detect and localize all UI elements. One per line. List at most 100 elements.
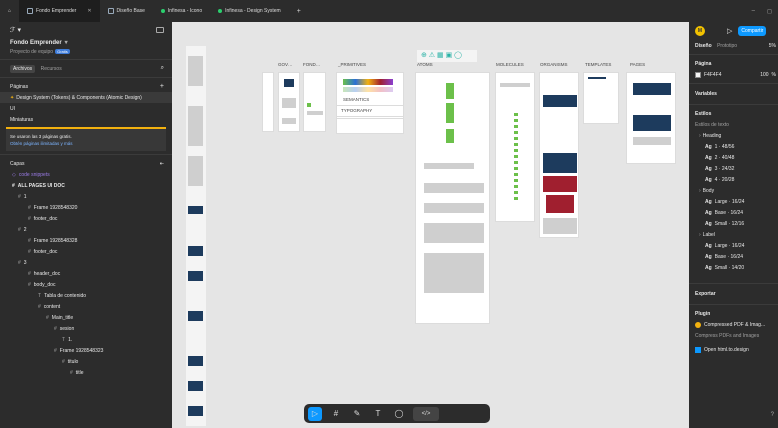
organisms-frame[interactable] [539,72,579,238]
layer-item[interactable]: # ALL PAGES UI DOC [0,180,172,191]
page-item[interactable]: UI [0,103,172,114]
layer-item[interactable]: # header_doc [0,268,172,279]
text-style-item[interactable]: Ag Large · 16/24 [689,196,778,207]
limit-notice: Se usaron las 3 páginas gratis. Obtén pá… [6,127,166,151]
plugin-item[interactable]: Compressed PDF & Imag... [689,319,778,330]
group-heading[interactable]: › Heading [689,130,778,141]
collapse-icon[interactable]: ⇤ [160,161,164,167]
tab-design[interactable]: Diseño [695,43,712,49]
layer-item[interactable]: T Tabla de contenido [0,290,172,301]
help-button[interactable]: ? [771,412,774,418]
text-style-item[interactable]: Ag 2 · 40/48 [689,152,778,163]
minimize-button[interactable]: – [752,8,755,15]
layer-item[interactable]: # sesion [0,323,172,334]
layer-item[interactable]: #2 [0,224,172,235]
fond-frame[interactable] [303,72,326,132]
layer-item[interactable]: # footer_doc [0,213,172,224]
page-item[interactable]: ✦ Design System (Tokens) & Components (At… [0,92,172,103]
text-style-item[interactable]: Ag 4 · 20/28 [689,174,778,185]
tab-infinesa-icono[interactable]: Infinesa - Icono [153,0,210,22]
export-section[interactable]: Exportar [689,287,778,301]
cursor-icon: ▷ [311,409,319,418]
frame-label-atoms[interactable]: ATOMS [417,62,433,67]
tab-prototype[interactable]: Prototipo [717,43,737,49]
plugin-icon [695,321,701,328]
comment-tool[interactable]: ◯ [392,407,406,421]
assets-tab[interactable]: Recursos [41,66,62,72]
frame-label-primitives[interactable]: _PRIMITIVES [338,62,366,67]
layer-item[interactable]: # title [0,367,172,378]
layer-item[interactable]: T 1. [0,334,172,345]
dev-mode-toggle[interactable]: </> [413,406,439,421]
layer-item[interactable]: # titulo [0,356,172,367]
group-label[interactable]: › Label [689,229,778,240]
text-tool[interactable]: T [371,407,385,421]
tab-fondo-emprender[interactable]: Fondo Emprender ✕ [19,0,100,22]
layer-item[interactable]: #3 [0,257,172,268]
frame-label-organisms[interactable]: ORGANISMS [540,62,568,67]
add-page-icon[interactable]: + [160,83,164,90]
tab-infinesa-design-system[interactable]: Infinesa - Design System [210,0,289,22]
upgrade-link[interactable]: Obtén páginas ilimitadas y más [10,141,73,146]
layer-item[interactable]: ◇ code snippets [0,169,172,180]
text-style-item[interactable]: Ag Small · 14/20 [689,262,778,273]
file-title[interactable]: Fondo Emprender [10,40,62,46]
text-style-item[interactable]: Ag Base · 16/24 [689,251,778,262]
text-style-item[interactable]: Ag 1 · 48/56 [689,141,778,152]
close-icon[interactable]: ✕ [87,8,91,14]
share-button[interactable]: Compartir [738,26,767,36]
layer-item[interactable]: # Frame 1928548320 [0,202,172,213]
page-color-value[interactable]: F4F4F4 [704,72,722,78]
move-tool[interactable]: ▷ [308,406,322,421]
restore-button[interactable]: ◻ [767,8,772,15]
canvas[interactable]: GOV… FOND… _PRIMITIVES SEMANTICS TYPOGRA… [172,22,689,428]
pen-tool[interactable]: ✎ [350,407,364,421]
frame-label-pages[interactable]: PAGES [630,62,645,67]
pages-frame[interactable] [626,72,676,164]
home-tab[interactable]: ⌂ [0,0,19,22]
page-opacity[interactable]: 100 [760,72,768,78]
gov-frame[interactable] [262,72,274,132]
sidebar-toggle-icon[interactable] [156,27,164,33]
group-body[interactable]: › Body [689,185,778,196]
frame-label-fond[interactable]: FOND… [303,62,320,67]
layer-item[interactable]: # Frame 1928548323 [0,345,172,356]
molecules-frame[interactable] [495,72,535,222]
layer-item[interactable]: #1 [0,191,172,202]
plugin-item[interactable]: Open html.to.design [689,344,778,355]
doc-strip-frame[interactable] [186,46,206,426]
new-tab-button[interactable]: + [289,0,309,22]
primitives-frame-2[interactable] [336,118,404,134]
frame-tool[interactable]: # [329,407,343,421]
typography-frame[interactable]: TYPOGRAPHY [336,105,404,117]
main-menu-button[interactable]: ℱ ▾ [10,26,21,34]
gov-frame-2[interactable] [278,72,300,132]
avatar[interactable]: M [695,26,705,36]
zoom-level[interactable]: 5% [769,43,776,49]
atoms-icons-frame[interactable]: ⊕ ⚠ ▦ ▣ ◯ [417,50,477,62]
frame-label-molecules[interactable]: MOLECULES [496,62,524,67]
tab-diseno-base[interactable]: Diseño Base [100,0,153,22]
page-label: Design System (Tokens) & Components (Ato… [16,94,142,101]
text-style-item[interactable]: Ag 3 · 24/32 [689,163,778,174]
variables-section[interactable]: Variables [689,87,778,101]
project-name[interactable]: Proyecto de equipo [10,49,53,55]
templates-frame[interactable] [583,72,619,124]
present-button[interactable]: ▷ [727,27,732,35]
layer-item[interactable]: # content [0,301,172,312]
page-item[interactable]: Miniaturas [0,114,172,125]
frame-label-gov[interactable]: GOV… [278,62,293,67]
text-style-item[interactable]: Ag Large · 16/24 [689,240,778,251]
text-style-item[interactable]: Ag Base · 16/24 [689,207,778,218]
atoms-frame[interactable] [415,72,490,324]
frame-label-templates[interactable]: TEMPLATES [585,62,611,67]
files-tab[interactable]: Archivos [10,64,36,73]
layer-item[interactable]: # footer_doc [0,246,172,257]
text-styles-title: Estilos de texto [695,121,729,128]
text-style-item[interactable]: Ag Small · 12/16 [689,218,778,229]
search-icon[interactable]: ⌕ [161,65,164,72]
layer-item[interactable]: # Main_title [0,312,172,323]
layer-item[interactable]: # body_doc [0,279,172,290]
page-color-swatch[interactable] [695,71,701,78]
layer-item[interactable]: # Frame 1928548328 [0,235,172,246]
